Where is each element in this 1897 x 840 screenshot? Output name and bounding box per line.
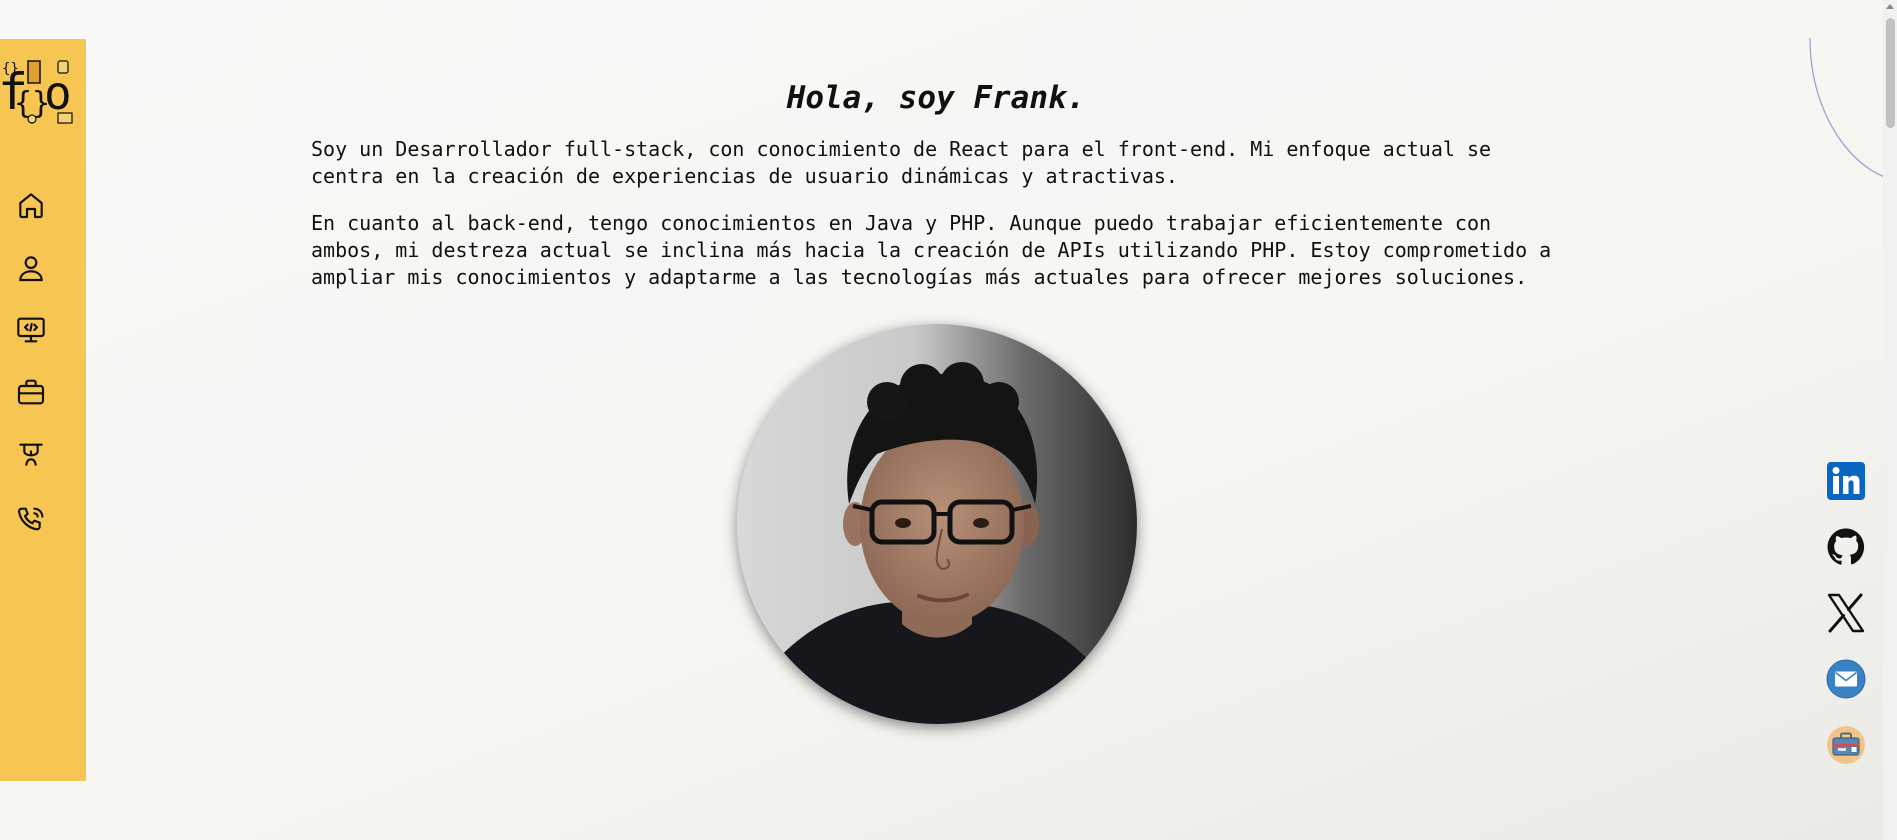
sidebar: f o {} {} [0,39,86,781]
intro-paragraph: Soy un Desarrollador full-stack, con con… [311,137,1492,188]
code-monitor-icon [17,317,45,343]
github-icon [1827,528,1865,565]
hero-section: Hola, soy Frank. Soy un Desarrollador fu… [311,80,1571,311]
github-link[interactable] [1826,527,1866,567]
profile-photo [737,324,1137,724]
linkedin-icon [1827,462,1865,500]
x-twitter-link[interactable] [1826,593,1866,633]
phone-icon [17,507,44,531]
nav-education[interactable] [12,435,50,473]
nav-contact[interactable] [12,501,50,539]
nav-home[interactable] [12,186,50,224]
scrollbar-thumb[interactable] [1886,18,1895,128]
fo-logo[interactable]: f o {} {} [0,47,80,127]
backend-paragraph: En cuanto al back-end, tengo conocimient… [311,211,1552,289]
home-icon [19,193,43,219]
nav-projects[interactable] [12,311,50,349]
scroll-up-arrow[interactable] [1886,4,1894,9]
nav-about[interactable] [12,249,50,287]
graduation-icon [19,443,43,466]
email-icon [1826,659,1866,699]
page: f o {} {} Hola, soy Frank. Soy un Desarr… [0,0,1897,840]
user-icon [19,256,43,282]
svg-text:{}: {} [2,61,19,77]
portfolio-link[interactable] [1826,725,1866,765]
x-twitter-icon [1827,593,1865,633]
linkedin-link[interactable] [1826,461,1866,501]
scrollbar[interactable] [1883,0,1897,840]
briefcase-icon [17,379,45,405]
email-link[interactable] [1826,659,1866,699]
portfolio-briefcase-icon [1827,726,1865,764]
nav-experience[interactable] [12,373,50,411]
page-title: Hola, soy Frank. [786,80,1086,116]
